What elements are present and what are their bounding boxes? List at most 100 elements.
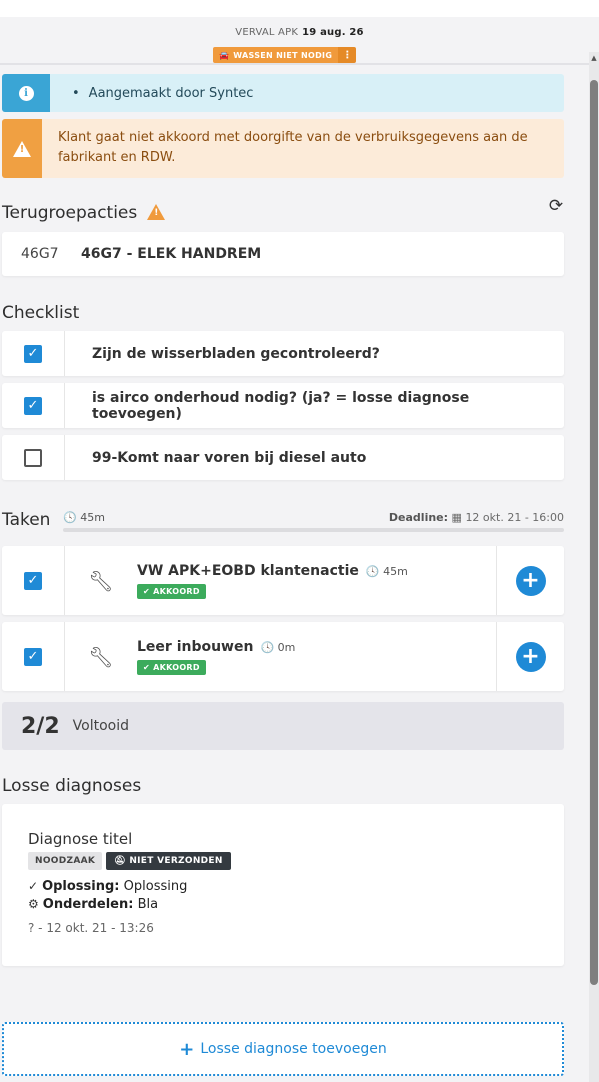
parts-label: Onderdelen: [42, 897, 134, 912]
recalls-title-text: Terugroepacties [2, 203, 138, 223]
status-badge-label: AKKOORD [153, 586, 200, 596]
diagnosis-badges: NOODZAAK 🔕︎ NIET VERZONDEN [28, 852, 564, 870]
recalls-warning-icon: ! [147, 204, 166, 220]
scrollbar-thumb[interactable] [590, 80, 598, 985]
priority-badge: NOODZAAK [28, 852, 103, 870]
task-duration-value: 45m [383, 564, 408, 578]
checkbox-checked[interactable]: ✓ [24, 571, 42, 590]
apk-header: VERVAL APK 19 aug. 26 🚘 WASSEN NIET NODIG… [0, 17, 599, 65]
task-name: VW APK+EOBD klantenactie [137, 562, 359, 579]
info-alert-icon-box: i [2, 74, 50, 112]
apk-label: VERVAL APK [235, 27, 299, 38]
tasks-progress-bar [63, 528, 564, 532]
add-diagnosis-button[interactable]: + Losse diagnose toevoegen [2, 1022, 564, 1076]
apk-value: 19 aug. 26 [302, 27, 364, 38]
tasks-total-duration-value: 45m [80, 511, 105, 524]
scroll-up-arrow-icon[interactable]: ▲ [589, 52, 599, 64]
status-badge-label: AKKOORD [153, 662, 200, 672]
add-button[interactable]: + [515, 565, 546, 596]
task-title-line: VW APK+EOBD klantenactie 🕓 45m [137, 563, 496, 579]
status-badge: ✔ AKKOORD [137, 583, 206, 599]
task-title-line: Leer inbouwen 🕓 0m [137, 639, 496, 655]
task-add-cell[interactable]: + [496, 546, 564, 615]
checklist-item-label: Zijn de wisserbladen gecontroleerd? [92, 345, 380, 362]
task-checkbox-cell[interactable]: ✓ [2, 622, 65, 691]
tasks-total-duration: 🕓 45m [63, 511, 105, 524]
recall-code: 46G7 [21, 246, 59, 262]
checkbox-checked[interactable]: ✓ [24, 344, 42, 363]
tasks-deadline: Deadline: ▦ 12 okt. 21 - 16:00 [389, 511, 564, 524]
checklist-item: 99-Komt naar voren bij diesel auto [2, 435, 564, 480]
task-body: VW APK+EOBD klantenactie 🕓 45m ✔ AKKOORD [137, 563, 496, 599]
task-add-cell[interactable]: + [496, 622, 564, 691]
gear-icon: ⚙ [28, 897, 39, 911]
calendar-icon: ▦ [451, 511, 462, 524]
bell-slash-icon: 🔕︎ [114, 856, 126, 866]
completion-summary: 2/2 Voltooid [2, 702, 564, 750]
diagnosis-card[interactable]: Diagnose titel NOODZAAK 🔕︎ NIET VERZONDE… [2, 804, 564, 966]
info-alert: i • Aangemaakt door Syntec [2, 74, 564, 112]
tasks-header: Taken 🕓 45m Deadline: ▦ 12 okt. 21 - 16:… [2, 508, 564, 532]
diagnoses-title: Losse diagnoses [2, 776, 142, 796]
check-circle-icon: ✓ [28, 879, 39, 893]
checkbox-unchecked[interactable] [24, 448, 42, 467]
status-badge: ✔ AKKOORD [137, 659, 206, 675]
wash-more-button[interactable]: ⋮ [338, 47, 357, 63]
wrench-icon: 🔧︎ [88, 568, 114, 593]
checkbox-checked[interactable]: ✓ [24, 396, 42, 415]
task-body: Leer inbouwen 🕓 0m ✔ AKKOORD [137, 639, 496, 675]
wash-badge[interactable]: 🚘 WASSEN NIET NODIG ⋮ [213, 47, 357, 63]
checklist-checkbox-cell[interactable]: ✓ [2, 383, 65, 428]
info-alert-message: Aangemaakt door Syntec [88, 85, 254, 101]
solution-label: Oplossing: [42, 879, 120, 894]
car-icon: 🚘 [219, 50, 230, 60]
wash-badge-label: WASSEN NIET NODIG [233, 50, 333, 60]
recall-name: 46G7 - ELEK HANDREM [81, 246, 262, 262]
info-icon: i [18, 85, 34, 101]
checklist-item-label: 99-Komt naar voren bij diesel auto [92, 449, 367, 466]
checklist-checkbox-cell[interactable]: ✓ [2, 331, 65, 376]
parts-value: Bla [137, 897, 159, 912]
checklist-item: ✓ is airco onderhoud nodig? (ja? = losse… [2, 383, 564, 428]
checklist-item-label: is airco onderhoud nodig? (ja? = losse d… [92, 389, 470, 422]
task-name: Leer inbouwen [137, 638, 254, 655]
checklist-checkbox-cell[interactable] [2, 435, 65, 480]
deadline-label: Deadline: [388, 511, 449, 524]
send-status-badge: 🔕︎ NIET VERZONDEN [106, 852, 231, 870]
solution-value: Oplossing [123, 879, 188, 894]
bullet-icon: • [72, 85, 80, 101]
done-label: Voltooid [72, 718, 129, 734]
tasks-title: Taken [2, 510, 51, 530]
send-status-label: NIET VERZONDEN [129, 856, 223, 866]
task-checkbox-cell[interactable]: ✓ [2, 546, 65, 615]
task-row[interactable]: ✓ 🔧︎ VW APK+EOBD klantenactie 🕓 45m ✔ AK… [2, 546, 564, 615]
refresh-icon[interactable]: ⟳ [546, 196, 566, 216]
warning-alert-message: Klant gaat niet akkoord met doorgifte va… [57, 130, 528, 165]
diagnosis-meta: ? - 12 okt. 21 - 13:26 [28, 921, 154, 935]
top-bar [0, 0, 599, 17]
wash-badge-main[interactable]: 🚘 WASSEN NIET NODIG [213, 47, 339, 63]
task-duration: 🕓 45m [365, 564, 408, 578]
done-count: 2/2 [21, 713, 60, 739]
warning-alert: ! Klant gaat niet akkoord met doorgifte … [2, 119, 564, 178]
apk-expiry: VERVAL APK 19 aug. 26 [0, 27, 599, 38]
diagnosis-parts: ⚙ Onderdelen: Bla [28, 897, 564, 912]
checklist-title: Checklist [2, 303, 80, 323]
warning-alert-icon-box: ! [2, 119, 42, 178]
wrench-icon: 🔧︎ [88, 644, 114, 669]
checklist-item: ✓ Zijn de wisserbladen gecontroleerd? [2, 331, 564, 376]
recalls-title: Terugroepacties! [2, 203, 166, 223]
warning-icon: ! [12, 140, 31, 157]
task-duration: 🕓 0m [260, 640, 296, 654]
add-button[interactable]: + [515, 641, 546, 672]
recall-row[interactable]: 46G7 46G7 - ELEK HANDREM [2, 232, 564, 276]
add-diagnosis-label: Losse diagnose toevoegen [200, 1041, 387, 1057]
plus-icon: + [179, 1038, 195, 1060]
diagnosis-title: Diagnose titel [28, 830, 133, 848]
info-alert-text: • Aangemaakt door Syntec [50, 74, 253, 112]
task-duration-value: 0m [277, 640, 296, 654]
task-row[interactable]: ✓ 🔧︎ Leer inbouwen 🕓 0m ✔ AKKOORD + [2, 622, 564, 691]
deadline-value: 12 okt. 21 - 16:00 [465, 511, 564, 524]
checkbox-checked[interactable]: ✓ [24, 647, 42, 666]
clock-icon: 🕓 [63, 511, 77, 524]
